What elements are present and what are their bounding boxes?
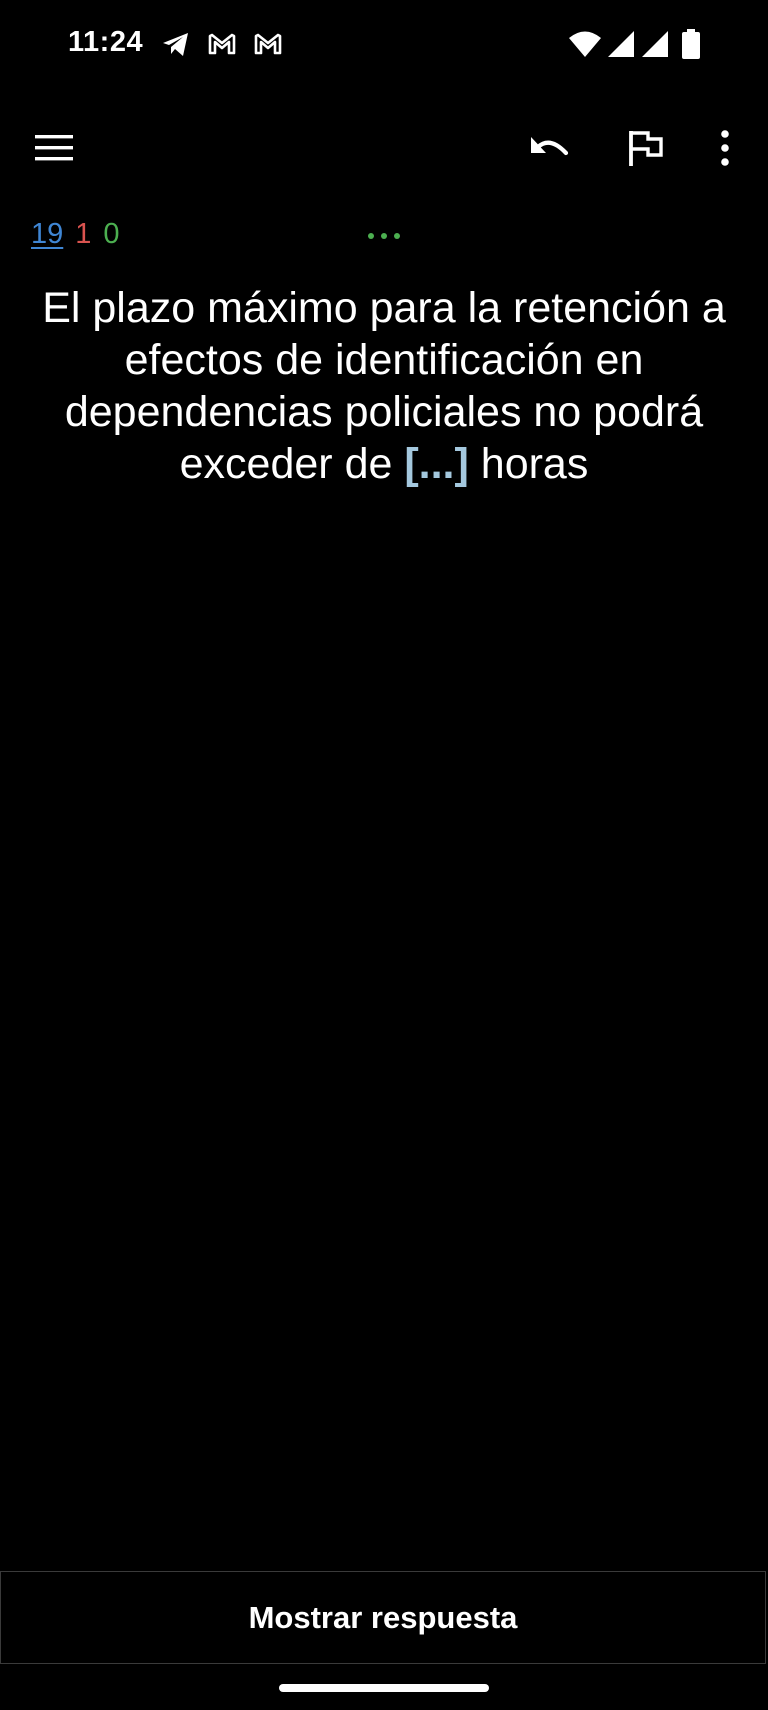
more-dots-icon[interactable] xyxy=(368,230,400,242)
wifi-icon xyxy=(569,31,601,57)
flag-button[interactable] xyxy=(610,110,682,186)
question-text-before: El plazo máximo para la retención a efec… xyxy=(42,284,726,488)
menu-icon xyxy=(35,135,73,161)
card-counts: 19 1 0 xyxy=(31,216,120,252)
review-count: 0 xyxy=(103,218,120,250)
show-answer-button[interactable]: Mostrar respuesta xyxy=(0,1571,766,1664)
cloze-placeholder: [...] xyxy=(404,440,469,488)
flag-icon xyxy=(629,131,663,166)
learning-count: 1 xyxy=(75,218,92,250)
signal-icon xyxy=(608,31,634,57)
more-vert-icon xyxy=(721,130,729,166)
menu-button[interactable] xyxy=(18,110,90,186)
more-options-button[interactable] xyxy=(690,110,760,186)
status-time: 11:24 xyxy=(68,26,144,58)
question-text-after: horas xyxy=(468,440,589,488)
new-count[interactable]: 19 xyxy=(31,218,63,250)
battery-icon xyxy=(682,29,700,59)
gmail-icon xyxy=(254,33,282,55)
status-bar: 11:24 xyxy=(0,0,768,88)
signal-icon xyxy=(642,31,668,57)
navigation-handle[interactable] xyxy=(279,1684,489,1692)
undo-icon xyxy=(531,137,569,156)
gmail-icon xyxy=(208,33,236,55)
undo-button[interactable] xyxy=(514,110,586,186)
telegram-icon xyxy=(163,33,188,56)
toolbar xyxy=(0,110,768,186)
card-question: El plazo máximo para la retención a efec… xyxy=(16,282,752,490)
